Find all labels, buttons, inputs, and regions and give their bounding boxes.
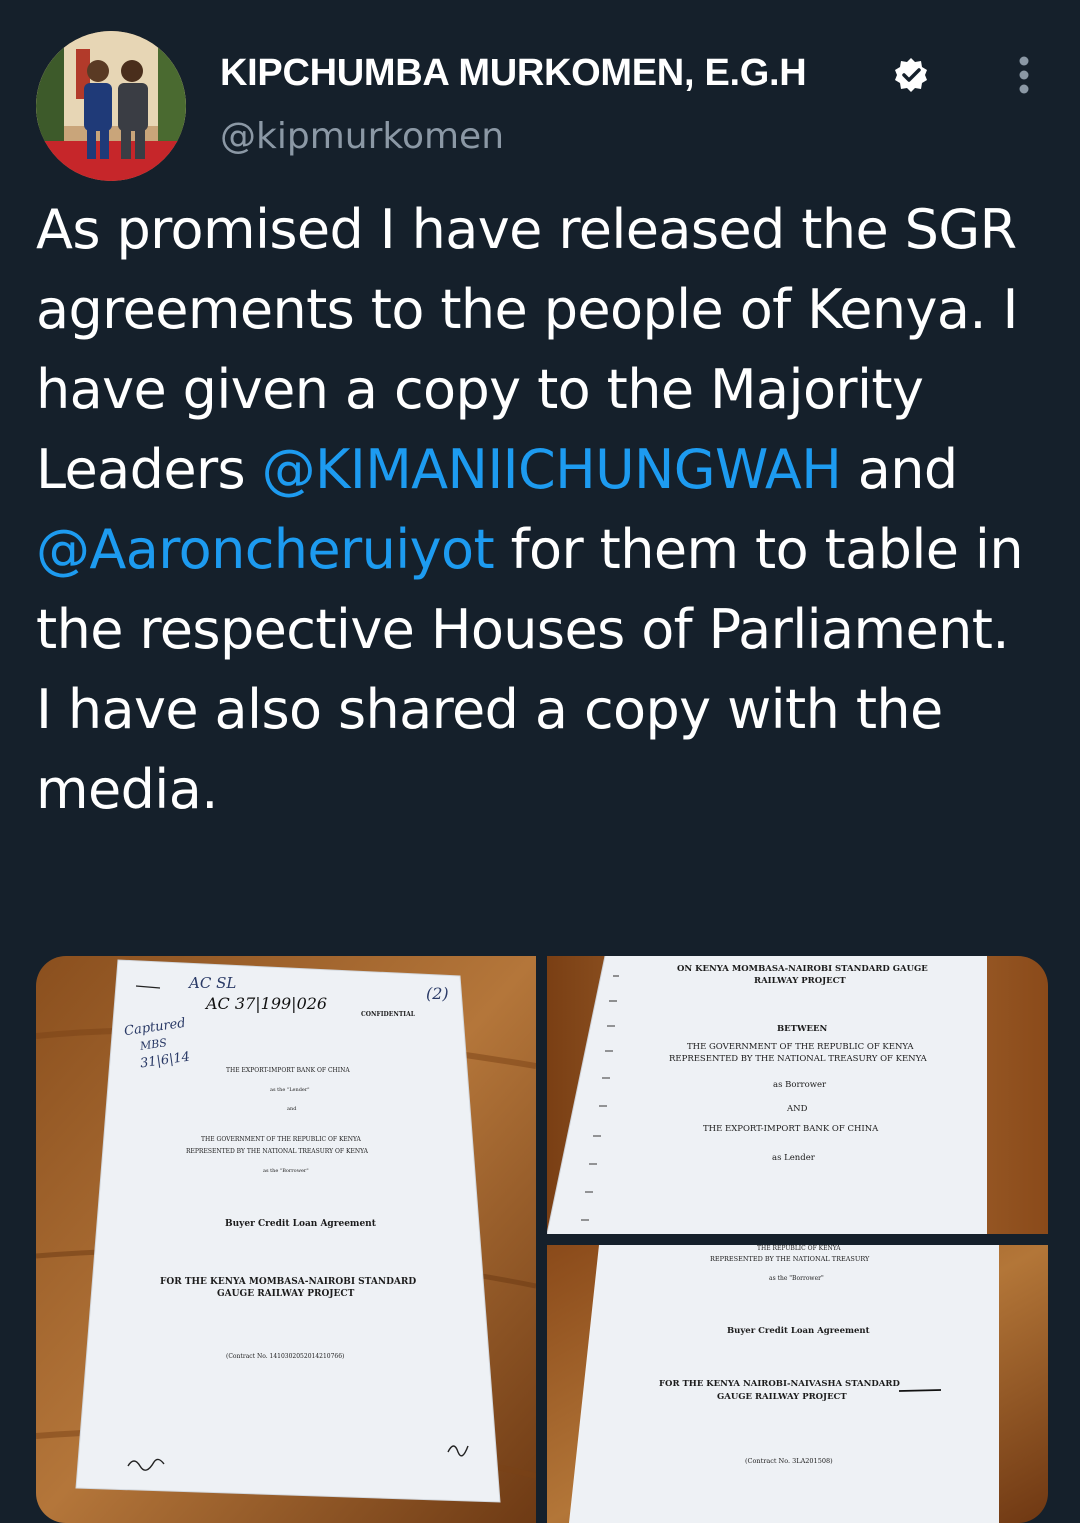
- doc-text: FOR THE KENYA NAIROBI-NAIVASHA STANDARD: [659, 1379, 900, 1389]
- author-avatar[interactable]: [36, 31, 186, 181]
- author-display-name[interactable]: KIPCHUMBA MURKOMEN, E.G.H: [220, 52, 807, 95]
- doc-text: as the "Borrower": [263, 1168, 309, 1174]
- doc-text: (Contract No. 3LA201508): [745, 1457, 833, 1465]
- mention-link[interactable]: @KIMANIICHUNGWAH: [262, 438, 842, 501]
- more-options-icon[interactable]: [1004, 54, 1044, 96]
- doc-text: ON KENYA MOMBASA-NAIROBI STANDARD GAUGE: [677, 964, 928, 974]
- doc-text: THE REPUBLIC OF KENYA: [757, 1245, 841, 1252]
- doc-text: THE GOVERNMENT OF THE REPUBLIC OF KENYA: [201, 1136, 361, 1143]
- photo-document-2[interactable]: ON KENYA MOMBASA-NAIROBI STANDARD GAUGE …: [547, 956, 1048, 1234]
- doc-text: and: [287, 1106, 297, 1112]
- doc-text: THE EXPORT-IMPORT BANK OF CHINA: [703, 1124, 879, 1134]
- doc-text: REPRESENTED BY THE NATIONAL TREASURY: [710, 1255, 870, 1263]
- doc-text: REPRESENTED BY THE NATIONAL TREASURY OF …: [669, 1054, 927, 1064]
- handwritten-note: AC 37|199|026: [206, 994, 328, 1013]
- tweet: KIPCHUMBA MURKOMEN, E.G.H @kipmurkomen A…: [0, 0, 1080, 1523]
- doc-text: FOR THE KENYA MOMBASA-NAIROBI STANDARD: [160, 1277, 417, 1287]
- doc-text: REPRESENTED BY THE NATIONAL TREASURY OF …: [186, 1148, 368, 1155]
- doc-text: Buyer Credit Loan Agreement: [727, 1326, 870, 1336]
- media-grid: AC SL AC 37|199|026 (2) Captured MBS 31|…: [36, 956, 1048, 1523]
- doc-text: as the "Borrower": [769, 1275, 824, 1282]
- doc-text: GAUGE RAILWAY PROJECT: [717, 1392, 847, 1402]
- author-handle[interactable]: @kipmurkomen: [220, 116, 504, 157]
- photo-document-1[interactable]: AC SL AC 37|199|026 (2) Captured MBS 31|…: [36, 956, 536, 1523]
- verified-badge-icon: [892, 56, 930, 94]
- doc-text: as Borrower: [773, 1080, 827, 1090]
- tweet-text: As promised I have released the SGR agre…: [36, 190, 1036, 830]
- page-number-note: (2): [426, 984, 449, 1003]
- avatar-photo: [36, 31, 186, 181]
- tweet-text-part: and: [841, 438, 958, 501]
- doc-text: as the "Lender": [270, 1087, 310, 1093]
- doc-text: GAUGE RAILWAY PROJECT: [217, 1289, 355, 1299]
- handwritten-note: AC SL: [189, 974, 237, 992]
- photo-background: [547, 956, 1048, 1234]
- doc-text: (Contract No. 1410302052014210766): [226, 1353, 345, 1360]
- doc-text: THE EXPORT-IMPORT BANK OF CHINA: [226, 1067, 350, 1074]
- photo-background: [36, 956, 536, 1523]
- doc-text: AND: [787, 1104, 808, 1114]
- doc-text: RAILWAY PROJECT: [754, 976, 846, 986]
- doc-text: CONFIDENTIAL: [361, 1011, 415, 1018]
- doc-text: BETWEEN: [777, 1024, 828, 1034]
- photo-document-3[interactable]: THE REPUBLIC OF KENYA REPRESENTED BY THE…: [547, 1245, 1048, 1523]
- doc-text: Buyer Credit Loan Agreement: [225, 1219, 376, 1229]
- doc-text: as Lender: [772, 1153, 815, 1163]
- mention-link[interactable]: @Aaroncheruiyot: [36, 518, 495, 581]
- doc-text: THE GOVERNMENT OF THE REPUBLIC OF KENYA: [687, 1042, 914, 1052]
